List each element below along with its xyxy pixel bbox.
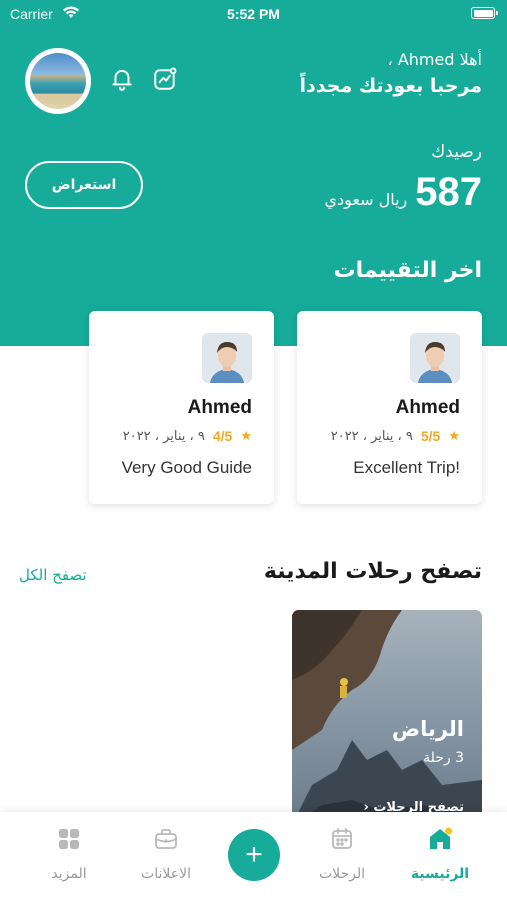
balance-currency: ريال سعودي <box>324 190 408 209</box>
trips-section-title: تصفح رحلات المدينة <box>263 559 482 584</box>
reviewer-name: Ahmed <box>187 397 252 418</box>
nav-home[interactable]: الرئيسية <box>400 826 480 882</box>
nav-ads-label: الاعلانات <box>141 866 191 882</box>
balance-row: ريال سعودي 587 <box>324 170 482 215</box>
review-date: ٩ ، يناير ، ٢٠٢٢ <box>330 428 413 444</box>
reviewer-photo <box>410 333 460 383</box>
bell-icon[interactable] <box>109 66 135 92</box>
nav-trips[interactable]: الرحلات <box>302 826 382 882</box>
clock: 5:52 PM <box>227 6 280 22</box>
nav-ads[interactable]: الاعلانات <box>126 826 206 882</box>
trip-count: 3 رحلة <box>423 750 464 766</box>
analytics-icon[interactable] <box>152 66 178 92</box>
star-icon: ★ <box>240 428 252 444</box>
add-button[interactable]: + <box>228 829 280 881</box>
review-card[interactable]: Ahmed ٩ ، يناير ، ٢٠٢٢ 5/5 ★ Excellent T… <box>297 311 482 504</box>
nav-more-label: المزيد <box>51 866 87 882</box>
trip-city-name: الرياض <box>391 717 464 741</box>
reviewer-name: Ahmed <box>395 397 460 418</box>
home-icon <box>430 827 452 849</box>
view-all-link[interactable]: تصفح الكل <box>19 566 87 584</box>
balance-label: رصيدك <box>431 142 482 162</box>
avatar-image <box>30 53 86 109</box>
greeting-text: أهلا Ahmed ، <box>387 50 482 69</box>
review-meta: ٩ ، يناير ، ٢٠٢٢ 4/5 ★ <box>123 428 252 444</box>
review-balance-button[interactable]: استعراض <box>25 161 143 209</box>
nav-trips-label: الرحلات <box>318 866 366 882</box>
welcome-text: مرحبا بعودتك مجدداً <box>299 75 482 97</box>
review-card[interactable]: Ahmed ٩ ، يناير ، ٢٠٢٢ 4/5 ★ Very Good G… <box>89 311 274 504</box>
review-meta: ٩ ، يناير ، ٢٠٢٢ 5/5 ★ <box>331 428 460 444</box>
nav-home-label: الرئيسية <box>410 866 470 882</box>
greeting-block: أهلا Ahmed ، مرحبا بعودتك مجدداً <box>300 50 482 97</box>
star-icon: ★ <box>448 428 460 444</box>
review-comment: Very Good Guide <box>121 458 252 477</box>
grid-icon <box>59 829 79 849</box>
review-date: ٩ ، يناير ، ٢٠٢٢ <box>122 428 205 444</box>
reviewer-photo <box>202 333 252 383</box>
status-bar: Carrier 5:52 PM <box>0 0 507 30</box>
review-rating: 5/5 <box>420 428 441 444</box>
review-rating: 4/5 <box>212 428 233 444</box>
nav-more[interactable]: المزيد <box>29 826 109 882</box>
review-comment: Excellent Trip! <box>353 458 460 477</box>
calendar-icon <box>332 828 352 849</box>
city-trip-card[interactable]: الرياض 3 رحلة تصفح الرحلات ‹ <box>292 610 482 825</box>
bottom-nav: الرئيسية الرحلات + الاعلانات المزيد <box>0 812 507 900</box>
profile-avatar[interactable] <box>25 48 91 114</box>
briefcase-icon <box>155 829 177 849</box>
reviews-section-title: اخر التقييمات <box>333 258 482 283</box>
battery-icon <box>471 7 498 19</box>
balance-amount: 587 <box>415 170 482 214</box>
